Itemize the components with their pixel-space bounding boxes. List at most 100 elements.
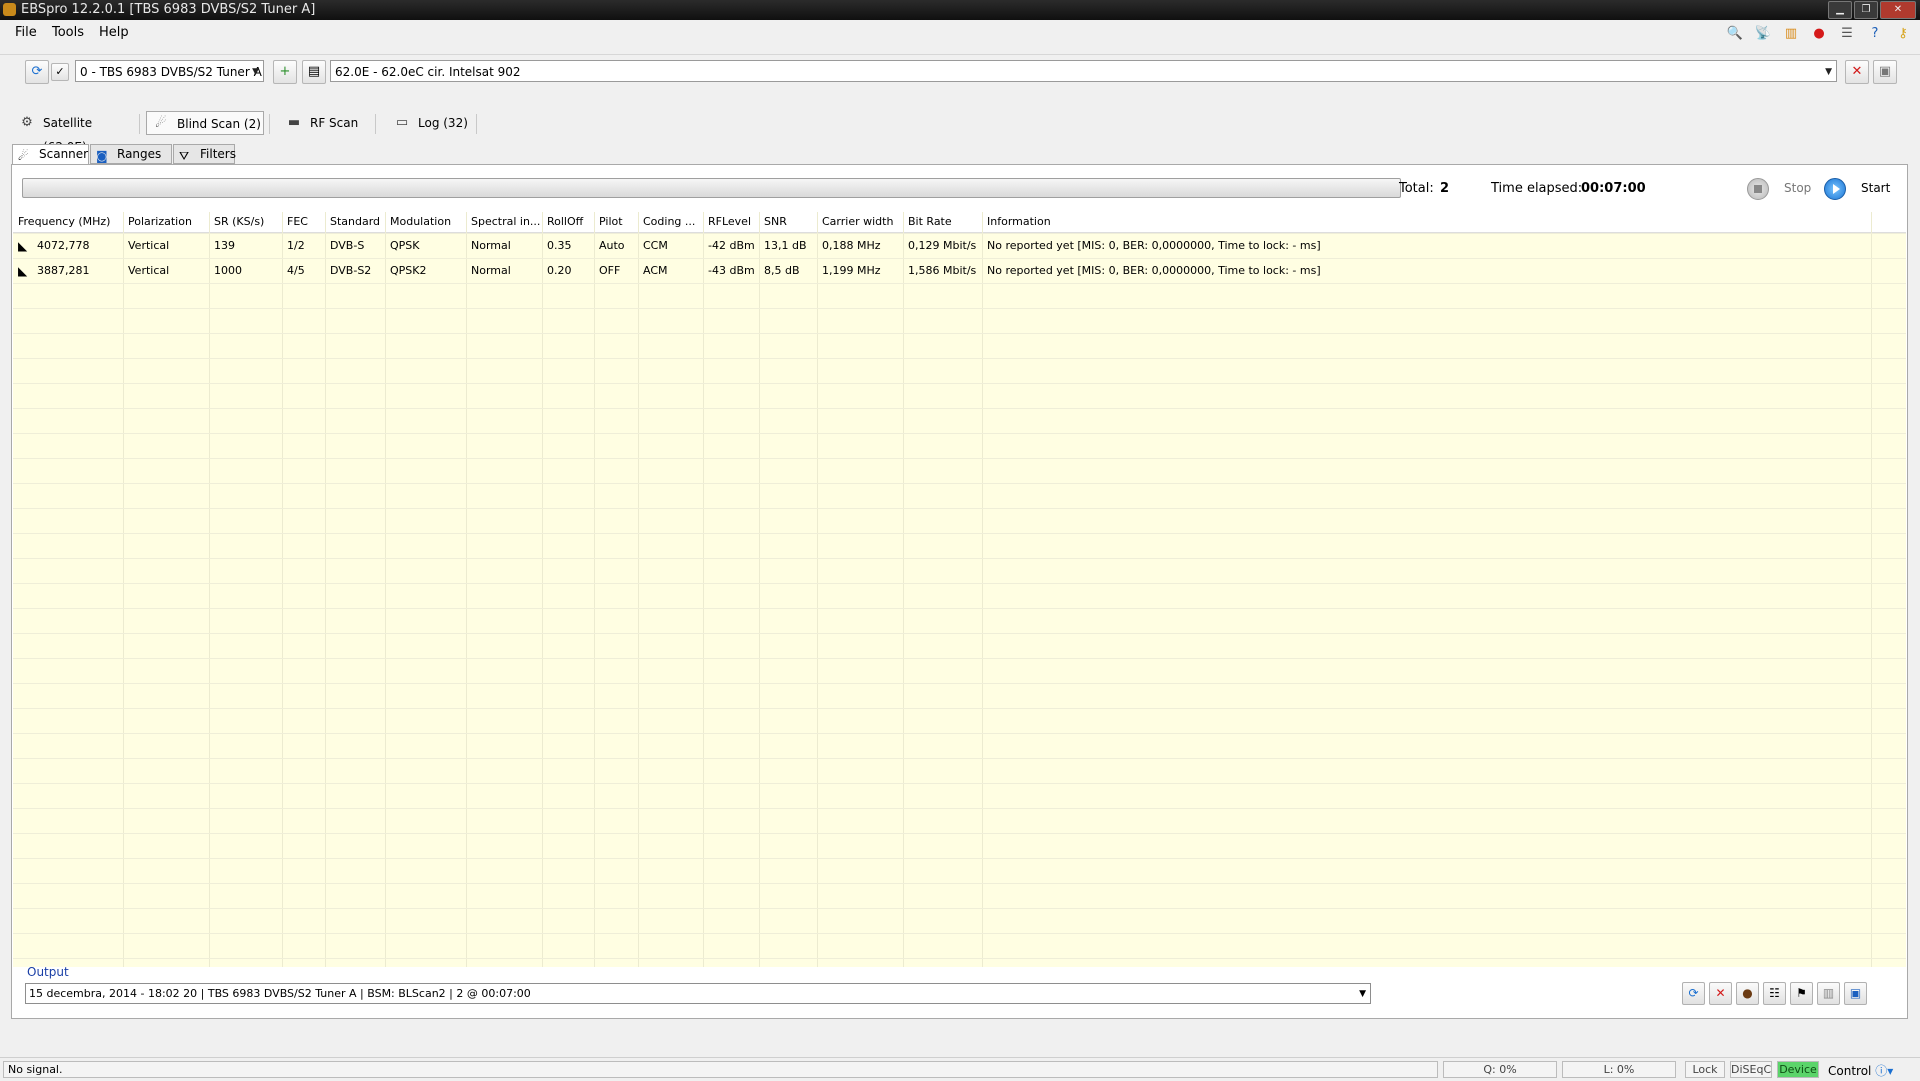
col-information[interactable]: Information	[982, 212, 1871, 232]
grid-row-line	[13, 808, 1906, 809]
grid-row-line	[13, 308, 1906, 309]
add-button[interactable]: +	[273, 60, 297, 84]
col-spectral[interactable]: Spectral in...	[466, 212, 542, 232]
cell-standard: DVB-S2	[330, 264, 372, 277]
cell-spectral: Normal	[471, 239, 511, 252]
delete-button[interactable]: ✕	[1845, 60, 1869, 84]
refresh-output-button[interactable]: ⟳	[1682, 982, 1705, 1005]
cell-pilot: OFF	[599, 264, 621, 277]
control-menu[interactable]: Control ⓘ▾	[1828, 1062, 1893, 1079]
key-icon[interactable]: ⚷	[1894, 25, 1912, 43]
list-icon[interactable]: ☷	[1763, 982, 1786, 1005]
device-select[interactable]: 0 - TBS 6983 DVBS/S2 Tuner A ▼	[75, 60, 264, 82]
menu-help[interactable]: Help	[99, 25, 129, 40]
tab-log[interactable]: ▭ Log (32)	[388, 111, 474, 135]
tab-scanner[interactable]: ☄ Scanner	[12, 144, 89, 166]
output-select[interactable]: 15 decembra, 2014 - 18:02 20 | TBS 6983 …	[25, 983, 1371, 1004]
grid-line	[123, 212, 124, 967]
grid-line	[1871, 212, 1872, 967]
log-icon: ▭	[395, 115, 409, 130]
grid-row-line	[13, 333, 1906, 334]
col-polarization[interactable]: Polarization	[123, 212, 209, 232]
tab-filters[interactable]: ⛛ Filters	[173, 144, 236, 164]
col-snr[interactable]: SNR	[759, 212, 817, 232]
cell-polarization: Vertical	[128, 239, 170, 252]
grid-row-line	[13, 433, 1906, 434]
list-icon[interactable]: ☰	[1838, 25, 1856, 43]
cell-pilot: Auto	[599, 239, 625, 252]
help-icon[interactable]: ?	[1866, 25, 1884, 43]
satellite-dish-icon[interactable]: 📡	[1754, 25, 1772, 43]
grid-line	[982, 212, 983, 967]
start-button[interactable]	[1824, 178, 1846, 200]
globe-icon[interactable]: ●	[1736, 982, 1759, 1005]
satellite-select[interactable]: 62.0E - 62.0eC cir. Intelsat 902 ▼	[330, 60, 1837, 82]
tab-blind-scan[interactable]: ☄ Blind Scan (2)	[146, 111, 264, 135]
cell-standard: DVB-S	[330, 239, 365, 252]
export-icon[interactable]: ▥	[1817, 982, 1840, 1005]
tab-filters-label: Filters	[200, 147, 236, 161]
col-pilot[interactable]: Pilot	[594, 212, 638, 232]
grid-row-line	[13, 683, 1906, 684]
grid-row-line	[13, 783, 1906, 784]
grid-row-line	[13, 883, 1906, 884]
results-grid: Frequency (MHz) Polarization SR (KS/s) F…	[13, 212, 1906, 967]
minimize-button[interactable]: ▁	[1828, 1, 1852, 19]
table-row[interactable]: ◣ 4072,778 Vertical 139 1/2 DVB-S QPSK No…	[13, 233, 1906, 258]
tab-separator	[375, 114, 376, 134]
satellite-select-value: 62.0E - 62.0eC cir. Intelsat 902	[335, 65, 521, 79]
col-frequency[interactable]: Frequency (MHz)	[13, 212, 123, 232]
tab-separator	[476, 114, 477, 134]
cell-bit-rate: 1,586 Mbit/s	[908, 264, 977, 277]
stop-label[interactable]: Stop	[1784, 181, 1811, 195]
grid-line	[542, 212, 543, 967]
save-icon[interactable]: ▣	[1844, 982, 1867, 1005]
tab-satellite[interactable]: ⚙ Satellite (62.0E)	[13, 111, 135, 154]
window-title: EBSpro 12.2.0.1 [TBS 6983 DVBS/S2 Tuner …	[21, 2, 316, 17]
refresh-button[interactable]: ⟳	[25, 60, 49, 84]
start-label[interactable]: Start	[1861, 181, 1890, 195]
app-icon	[3, 3, 16, 16]
tab-rf-scan[interactable]: ▬ RF Scan	[280, 111, 370, 135]
flag-icon[interactable]: ⚑	[1790, 982, 1813, 1005]
menu-file[interactable]: File	[15, 25, 37, 40]
tab-ranges[interactable]: ◙ Ranges	[90, 144, 172, 164]
search-icon[interactable]: 🔍	[1726, 25, 1744, 43]
cell-fec: 4/5	[287, 264, 305, 277]
col-rolloff[interactable]: RollOff	[542, 212, 594, 232]
menu-bar: File Tools Help	[0, 21, 1920, 47]
settings-button[interactable]: ▤	[302, 60, 326, 84]
menu-tools[interactable]: Tools	[52, 25, 84, 40]
stop-button[interactable]	[1747, 178, 1769, 200]
grid-row-line	[13, 583, 1906, 584]
table-row[interactable]: ◣ 3887,281 Vertical 1000 4/5 DVB-S2 QPSK2…	[13, 258, 1906, 283]
col-coding[interactable]: Coding ...	[638, 212, 703, 232]
col-bit-rate[interactable]: Bit Rate	[903, 212, 982, 232]
chart-icon[interactable]: ▥	[1782, 25, 1800, 43]
cell-spectral: Normal	[471, 264, 511, 277]
col-rflevel[interactable]: RFLevel	[703, 212, 759, 232]
save-icon[interactable]: ▣	[1873, 60, 1897, 84]
toolbar: ⟳ ✓ 0 - TBS 6983 DVBS/S2 Tuner A ▼ + ▤ 6…	[0, 54, 1920, 89]
rf-scan-icon: ▬	[287, 115, 301, 130]
control-label: Control	[1828, 1064, 1872, 1078]
cell-modulation: QPSK	[390, 239, 420, 252]
grid-line	[594, 212, 595, 967]
col-carrier-width[interactable]: Carrier width	[817, 212, 903, 232]
grid-line	[209, 212, 210, 967]
enable-checkbox[interactable]: ✓	[51, 63, 69, 81]
col-fec[interactable]: FEC	[282, 212, 325, 232]
col-modulation[interactable]: Modulation	[385, 212, 466, 232]
maximize-button[interactable]: ❐	[1854, 1, 1878, 19]
cell-rflevel: -43 dBm	[708, 264, 755, 277]
col-sr[interactable]: SR (KS/s)	[209, 212, 282, 232]
clear-output-button[interactable]: ✕	[1709, 982, 1732, 1005]
cell-coding: ACM	[643, 264, 668, 277]
record-icon[interactable]: ●	[1810, 25, 1828, 43]
main-tabs: ⚙ Satellite (62.0E) ☄ Blind Scan (2) ▬ R…	[0, 108, 1920, 154]
close-window-button[interactable]: ✕	[1880, 1, 1916, 19]
col-standard[interactable]: Standard	[325, 212, 385, 232]
chevron-down-icon: ▼	[1359, 989, 1366, 999]
grid-row-line	[13, 908, 1906, 909]
quality-indicator: Q: 0%	[1443, 1061, 1557, 1078]
